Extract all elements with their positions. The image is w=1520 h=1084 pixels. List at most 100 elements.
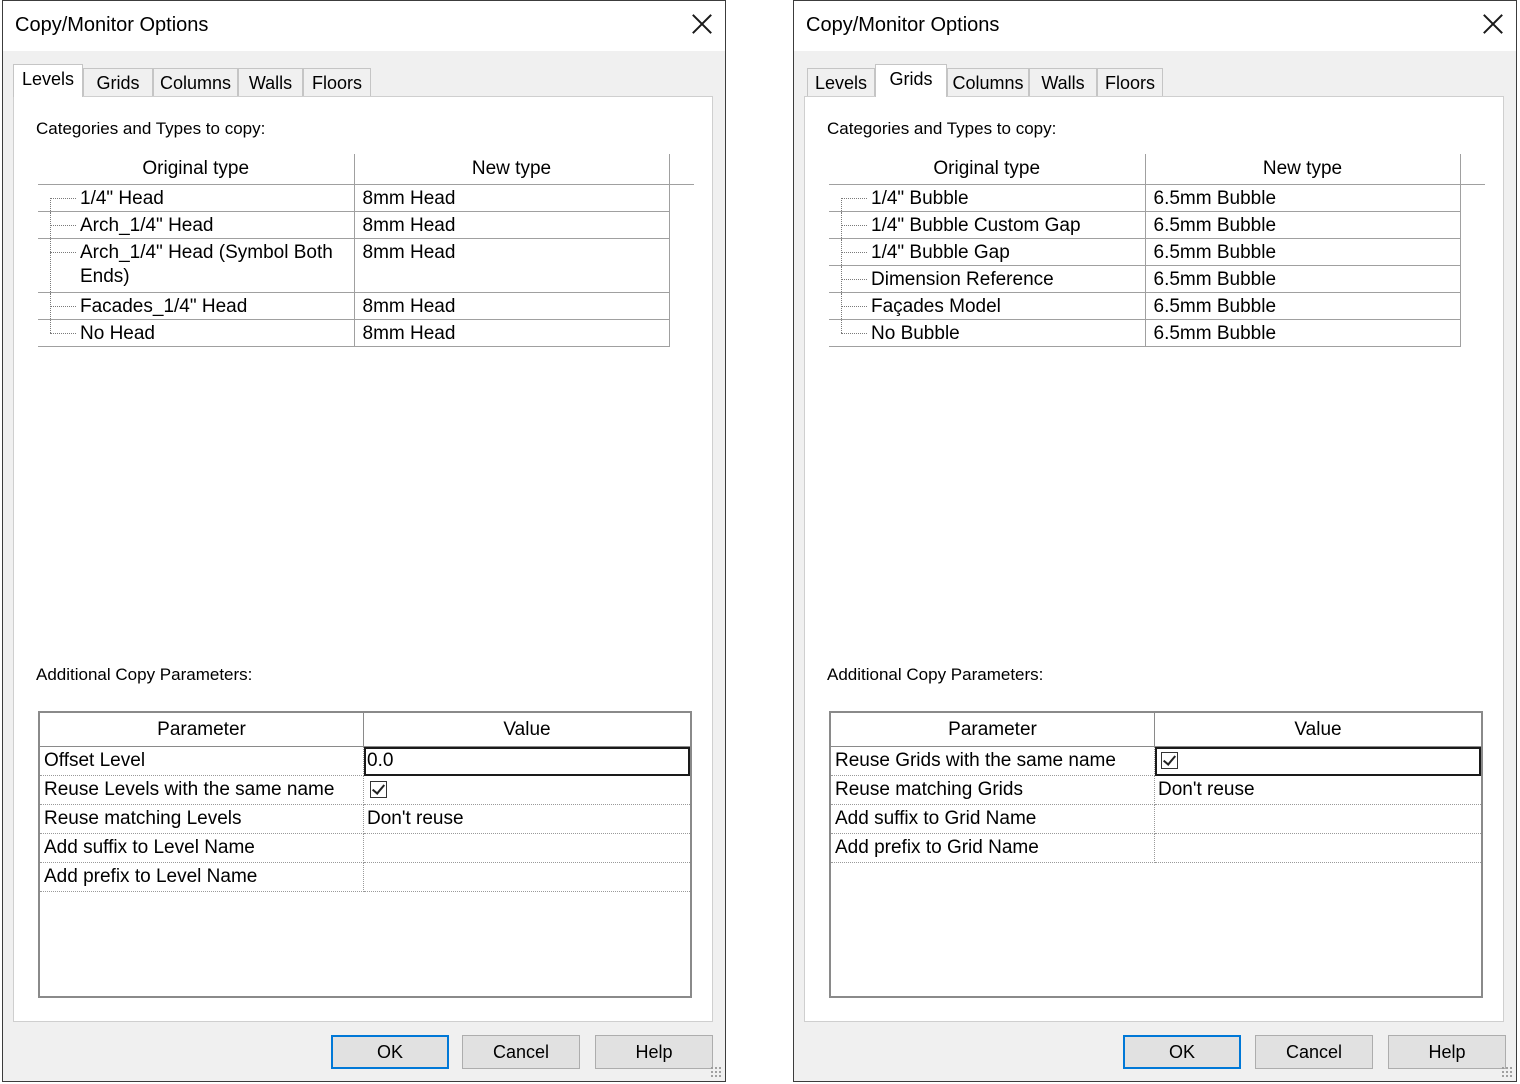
param-row-reuse-matching-grids[interactable]: Reuse matching Grids Don't reuse: [831, 775, 1481, 805]
param-row-reuse-matching-levels[interactable]: Reuse matching Levels Don't reuse: [40, 804, 690, 834]
tab-grids[interactable]: Grids: [875, 64, 947, 97]
resize-grip-icon[interactable]: [1501, 1066, 1513, 1078]
tab-walls[interactable]: Walls: [238, 68, 303, 96]
table-row[interactable]: Facades_1/4" Head 8mm Head: [38, 291, 694, 320]
param-row-offset-level[interactable]: Offset Level 0.0: [40, 746, 690, 776]
additional-params-label: Additional Copy Parameters:: [36, 665, 253, 684]
params-table: Parameter Value Reuse Grids with the sam…: [831, 713, 1481, 863]
value-header[interactable]: Value: [1154, 713, 1481, 747]
reuse-matching-grids-select[interactable]: Don't reuse: [1154, 775, 1481, 805]
param-name: Add prefix to Level Name: [40, 862, 364, 892]
table-row[interactable]: Dimension Reference 6.5mm Bubble: [829, 264, 1485, 293]
original-type-cell: 1/4" Head: [80, 187, 164, 209]
title-bar: Copy/Monitor Options: [3, 1, 725, 51]
table-row[interactable]: 1/4" Bubble 6.5mm Bubble: [829, 183, 1485, 212]
new-type-cell[interactable]: 8mm Head: [353, 318, 670, 347]
new-type-cell[interactable]: 8mm Head: [353, 237, 670, 293]
tree-connector: [841, 319, 843, 333]
param-row-suffix[interactable]: Add suffix to Level Name: [40, 833, 690, 863]
tree-connector: [50, 238, 52, 292]
tab-floors[interactable]: Floors: [303, 68, 371, 96]
close-icon[interactable]: [687, 9, 717, 39]
table-row[interactable]: Arch_1/4" Head (Symbol Both Ends) 8mm He…: [38, 237, 694, 293]
help-button[interactable]: Help: [595, 1035, 713, 1069]
tree-branch: [841, 224, 867, 226]
types-header-row: Original type New type: [38, 154, 694, 185]
params-grid: Parameter Value Offset Level 0.0 Reuse L…: [38, 711, 692, 998]
original-type-cell: 1/4" Bubble Custom Gap: [871, 214, 1081, 236]
param-row-prefix[interactable]: Add prefix to Grid Name: [831, 833, 1481, 863]
param-row-prefix[interactable]: Add prefix to Level Name: [40, 862, 690, 892]
original-type-header[interactable]: Original type: [38, 154, 355, 185]
reuse-grids-checkbox[interactable]: [1161, 752, 1178, 770]
prefix-input[interactable]: [1154, 833, 1481, 863]
types-header-row: Original type New type: [829, 154, 1485, 185]
new-type-cell[interactable]: 8mm Head: [353, 210, 670, 239]
resize-grip-icon[interactable]: [710, 1066, 722, 1078]
new-type-cell[interactable]: 6.5mm Bubble: [1144, 291, 1461, 320]
param-row-reuse-grids[interactable]: Reuse Grids with the same name: [831, 746, 1481, 776]
new-type-header[interactable]: New type: [353, 154, 670, 185]
table-row[interactable]: 1/4" Bubble Gap 6.5mm Bubble: [829, 237, 1485, 266]
prefix-input[interactable]: [363, 862, 690, 892]
additional-params-label: Additional Copy Parameters:: [827, 665, 1044, 684]
param-row-reuse-levels[interactable]: Reuse Levels with the same name: [40, 775, 690, 805]
table-row[interactable]: Arch_1/4" Head 8mm Head: [38, 210, 694, 239]
tree-connector: [50, 319, 52, 333]
param-name: Reuse matching Levels: [40, 804, 364, 834]
ok-button[interactable]: OK: [331, 1035, 449, 1069]
cancel-button[interactable]: Cancel: [1255, 1035, 1373, 1069]
parameter-header[interactable]: Parameter: [40, 713, 364, 747]
tab-floors[interactable]: Floors: [1097, 68, 1163, 96]
suffix-input[interactable]: [363, 833, 690, 863]
new-type-cell[interactable]: 8mm Head: [353, 183, 670, 212]
parameter-header[interactable]: Parameter: [831, 713, 1155, 747]
param-row-suffix[interactable]: Add suffix to Grid Name: [831, 804, 1481, 834]
original-type-header[interactable]: Original type: [829, 154, 1146, 185]
dialog-title: Copy/Monitor Options: [15, 14, 209, 36]
tab-columns[interactable]: Columns: [947, 68, 1029, 96]
param-name: Reuse matching Grids: [831, 775, 1155, 805]
original-type-cell: 1/4" Bubble Gap: [871, 241, 1010, 263]
new-type-cell[interactable]: 6.5mm Bubble: [1144, 237, 1461, 266]
categories-label: Categories and Types to copy:: [36, 119, 266, 138]
header-spacer: [668, 154, 694, 185]
table-row[interactable]: Façades Model 6.5mm Bubble: [829, 291, 1485, 320]
original-type-cell: Arch_1/4" Head (Symbol Both Ends): [80, 241, 333, 287]
help-button[interactable]: Help: [1388, 1035, 1506, 1069]
original-type-cell: Arch_1/4" Head: [80, 214, 214, 236]
table-row[interactable]: 1/4" Head 8mm Head: [38, 183, 694, 212]
offset-level-input[interactable]: 0.0: [363, 746, 690, 776]
new-type-cell[interactable]: 6.5mm Bubble: [1144, 264, 1461, 293]
cancel-button[interactable]: Cancel: [462, 1035, 580, 1069]
ok-button[interactable]: OK: [1123, 1035, 1241, 1069]
tab-grids[interactable]: Grids: [83, 68, 153, 96]
new-type-cell[interactable]: 8mm Head: [353, 291, 670, 320]
tab-levels[interactable]: Levels: [807, 68, 875, 96]
new-type-cell[interactable]: 6.5mm Bubble: [1144, 210, 1461, 239]
new-type-cell[interactable]: 6.5mm Bubble: [1144, 318, 1461, 347]
value-header[interactable]: Value: [363, 713, 690, 747]
new-type-header[interactable]: New type: [1144, 154, 1461, 185]
tree-branch: [50, 305, 76, 307]
tree-branch: [841, 305, 867, 307]
table-row[interactable]: No Head 8mm Head: [38, 318, 694, 347]
param-name: Offset Level: [40, 746, 364, 776]
tab-columns[interactable]: Columns: [153, 68, 238, 96]
copy-monitor-dialog-levels: Copy/Monitor Options Levels Grids Column…: [2, 0, 726, 1082]
tree-branch: [50, 197, 76, 199]
table-row[interactable]: 1/4" Bubble Custom Gap 6.5mm Bubble: [829, 210, 1485, 239]
table-row[interactable]: No Bubble 6.5mm Bubble: [829, 318, 1485, 347]
tree-branch: [841, 332, 867, 334]
suffix-input[interactable]: [1154, 804, 1481, 834]
reuse-matching-levels-select[interactable]: Don't reuse: [363, 804, 690, 834]
types-table: Original type New type 1/4" Bubble 6.5mm…: [829, 154, 1485, 347]
tab-levels[interactable]: Levels: [13, 64, 83, 97]
types-table: Original type New type 1/4" Head 8mm Hea…: [38, 154, 694, 347]
reuse-levels-checkbox[interactable]: [370, 781, 387, 799]
title-bar: Copy/Monitor Options: [794, 1, 1516, 51]
original-type-cell: Facades_1/4" Head: [80, 295, 248, 317]
tab-walls[interactable]: Walls: [1029, 68, 1097, 96]
new-type-cell[interactable]: 6.5mm Bubble: [1144, 183, 1461, 212]
close-icon[interactable]: [1478, 9, 1508, 39]
